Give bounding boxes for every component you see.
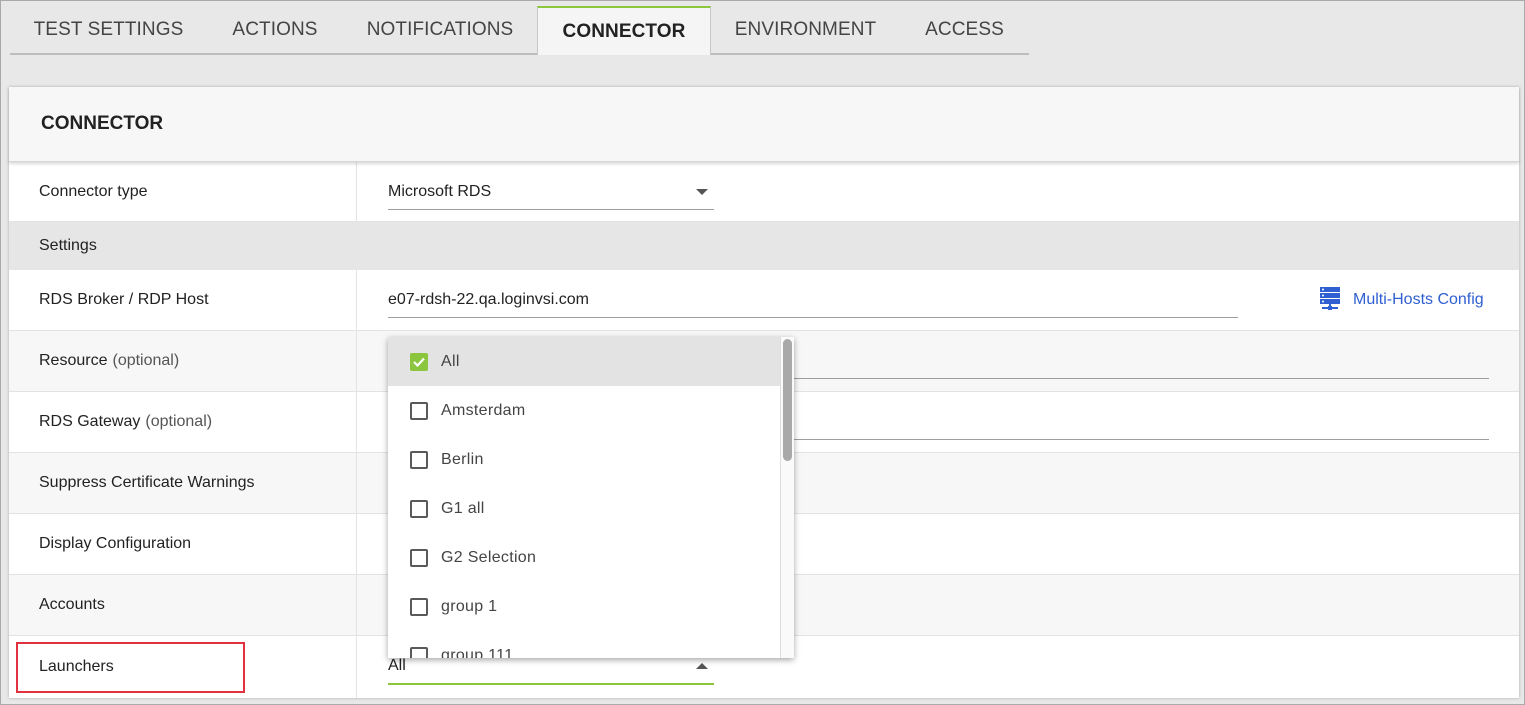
connector-type-label: Connector type xyxy=(9,162,357,221)
checkbox-icon[interactable] xyxy=(410,597,428,616)
launcher-option[interactable]: Berlin xyxy=(388,435,780,484)
rds-broker-input[interactable]: e07-rdsh-22.qa.loginvsi.com xyxy=(388,282,1238,318)
connector-type-value: Microsoft RDS xyxy=(388,182,492,200)
checkbox-icon[interactable] xyxy=(410,499,428,518)
rds-gateway-label: RDS Gateway (optional) xyxy=(9,392,357,452)
display-config-label: Display Configuration xyxy=(9,514,357,574)
panel-title: CONNECTOR xyxy=(9,87,1519,162)
checkbox-icon[interactable] xyxy=(410,646,428,658)
multi-hosts-config-label: Multi-Hosts Config xyxy=(1353,291,1484,308)
launcher-option-label: group 111 xyxy=(441,646,514,659)
launcher-option[interactable]: G1 all xyxy=(388,484,780,533)
chevron-down-icon xyxy=(696,189,708,195)
checkbox-checked-icon[interactable] xyxy=(410,352,428,371)
settings-section-label: Settings xyxy=(39,237,97,254)
launcher-option[interactable]: All xyxy=(388,337,780,386)
connector-type-select[interactable]: Microsoft RDS xyxy=(388,174,714,210)
resource-label: Resource (optional) xyxy=(9,331,357,391)
rds-broker-row: RDS Broker / RDP Host e07-rdsh-22.qa.log… xyxy=(9,270,1519,331)
connector-type-row: Connector type Microsoft RDS xyxy=(9,162,1519,222)
launchers-highlight-box xyxy=(16,642,245,693)
server-icon xyxy=(1319,286,1341,315)
multi-hosts-config-link[interactable]: Multi-Hosts Config xyxy=(1319,270,1484,330)
accounts-label: Accounts xyxy=(9,575,357,635)
tab-access[interactable]: ACCESS xyxy=(900,6,1029,55)
tab-environment[interactable]: ENVIRONMENT xyxy=(711,6,900,55)
checkbox-icon[interactable] xyxy=(410,401,428,420)
launchers-dropdown: All Amsterdam Berlin G1 all G2 Selection… xyxy=(388,337,794,658)
dropdown-scrollbar-thumb[interactable] xyxy=(783,339,792,461)
checkbox-icon[interactable] xyxy=(410,548,428,567)
tab-notifications[interactable]: NOTIFICATIONS xyxy=(343,6,537,55)
launcher-option[interactable]: Amsterdam xyxy=(388,386,780,435)
launcher-option-label: Berlin xyxy=(441,450,484,468)
launcher-option-label: Amsterdam xyxy=(441,401,526,419)
launcher-option[interactable]: group 1 xyxy=(388,582,780,631)
launcher-option[interactable]: group 111 xyxy=(388,631,780,658)
dropdown-scrollbar[interactable] xyxy=(780,337,794,658)
launcher-option-label: G2 Selection xyxy=(441,548,537,566)
launcher-option-label: group 1 xyxy=(441,597,498,615)
tab-actions[interactable]: ACTIONS xyxy=(207,6,343,55)
tab-test-settings[interactable]: TEST SETTINGS xyxy=(10,6,207,55)
launcher-option-label: G1 all xyxy=(441,499,485,517)
checkbox-icon[interactable] xyxy=(410,450,428,469)
launchers-value: All xyxy=(388,657,406,674)
rds-broker-value: e07-rdsh-22.qa.loginvsi.com xyxy=(388,290,589,308)
launcher-option[interactable]: G2 Selection xyxy=(388,533,780,582)
tab-bar: TEST SETTINGS ACTIONS NOTIFICATIONS CONN… xyxy=(10,6,1029,55)
chevron-up-icon xyxy=(696,663,708,669)
tab-connector[interactable]: CONNECTOR xyxy=(537,6,711,55)
suppress-cert-label: Suppress Certificate Warnings xyxy=(9,453,357,513)
launcher-option-label: All xyxy=(441,352,460,370)
rds-broker-label: RDS Broker / RDP Host xyxy=(9,270,357,330)
settings-section-row: Settings xyxy=(9,222,1519,270)
